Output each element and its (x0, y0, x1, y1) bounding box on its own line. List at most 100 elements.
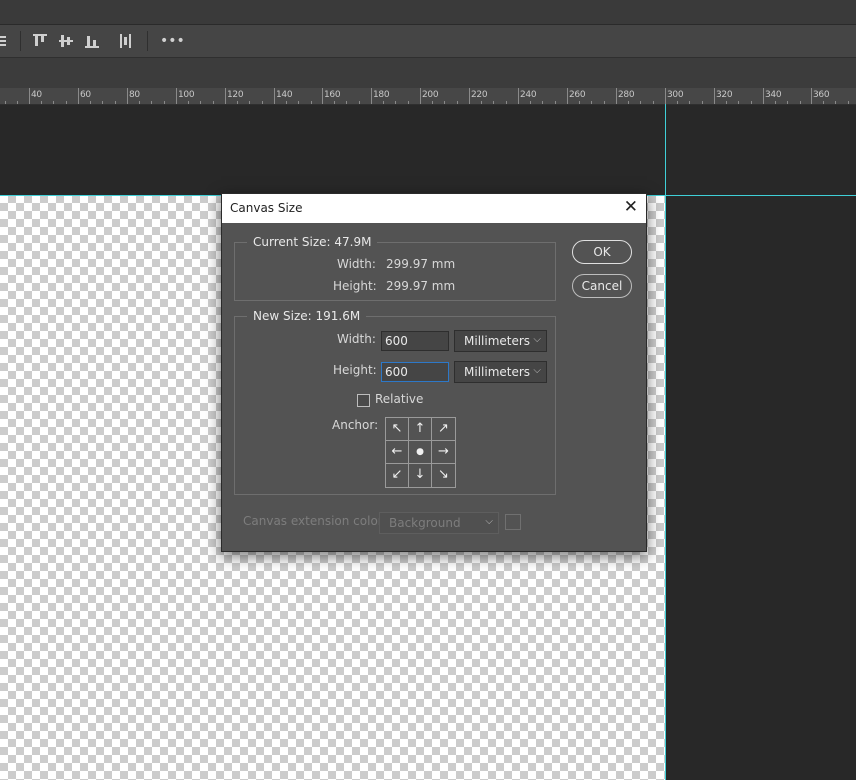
anchor-top[interactable]: ↑ (409, 418, 432, 441)
extension-color-swatch[interactable] (505, 514, 521, 530)
ruler-minor-tick (800, 101, 801, 104)
close-icon[interactable]: ✕ (624, 197, 638, 217)
align-bottom-edges-icon[interactable] (85, 34, 99, 51)
ruler-minor-tick (628, 101, 629, 104)
align-bottom-icon[interactable] (0, 34, 8, 51)
extension-color-label: Canvas extension color: (243, 514, 387, 528)
anchor-right[interactable]: → (432, 441, 455, 464)
width-input[interactable] (381, 331, 449, 351)
ruler-major-tick (811, 88, 812, 104)
align-top-edges-icon[interactable] (33, 34, 47, 51)
relative-checkbox[interactable] (357, 394, 370, 407)
canvas-size-dialog: Canvas Size ✕ Current Size: 47.9M Width:… (221, 193, 647, 552)
ruler-minor-tick (835, 101, 836, 104)
anchor-bottom[interactable]: ↓ (409, 464, 432, 487)
ruler-minor-tick (151, 101, 152, 104)
ruler-minor-tick (262, 101, 263, 104)
ruler-minor-tick (5, 101, 6, 104)
anchor-label: Anchor: (332, 418, 379, 432)
ruler-minor-tick (298, 101, 299, 104)
ruler-minor-tick (579, 101, 580, 104)
ruler-major-tick (371, 88, 372, 104)
ruler-minor-tick (334, 101, 335, 104)
ruler-major-tick (616, 88, 617, 104)
ruler-minor-tick (383, 101, 384, 104)
ruler-minor-tick (53, 101, 54, 104)
anchor-grid: ↖ ↑ ↗ ← ● → ↙ ↓ ↘ (385, 417, 456, 488)
ruler-minor-tick (102, 101, 103, 104)
ruler-minor-tick (653, 101, 654, 104)
ruler-major-tick (567, 88, 568, 104)
ruler-label: 140 (276, 90, 293, 100)
ruler-minor-tick (604, 101, 605, 104)
more-options-icon[interactable]: ••• (160, 33, 185, 49)
height-input[interactable] (381, 362, 449, 382)
ruler-label: 240 (520, 90, 537, 100)
distribute-horizontal-icon[interactable] (120, 34, 132, 51)
ruler-major-tick (176, 88, 177, 104)
ruler-major-tick (274, 88, 275, 104)
ruler-label: 360 (813, 90, 830, 100)
current-height-value: 299.97 mm (386, 279, 456, 293)
horizontal-ruler: 40 60 80 100 120 140 160 180 200 220 240 260 280 300 3… (0, 88, 856, 105)
ruler-label: 160 (324, 90, 341, 100)
ok-button[interactable]: OK (572, 240, 632, 264)
ruler-label: 120 (227, 90, 244, 100)
ruler-minor-tick (115, 101, 116, 104)
ruler-minor-tick (787, 101, 788, 104)
ruler-label: 80 (129, 90, 140, 100)
ruler-minor-tick (41, 101, 42, 104)
ruler-minor-tick (640, 101, 641, 104)
chevron-down-icon: ⌵ (533, 365, 541, 376)
ruler-minor-tick (481, 101, 482, 104)
width-unit-select[interactable]: Millimeters ⌵ (454, 330, 547, 352)
align-vertical-centers-icon[interactable] (59, 34, 73, 51)
anchor-center[interactable]: ● (409, 441, 432, 464)
cancel-button[interactable]: Cancel (572, 274, 632, 298)
ruler-minor-tick (444, 101, 445, 104)
ruler-minor-tick (200, 101, 201, 104)
relative-label[interactable]: Relative (375, 392, 423, 406)
ruler-minor-tick (493, 101, 494, 104)
toolbar-separator (147, 31, 148, 51)
menu-bar (0, 0, 856, 25)
ruler-major-tick (665, 88, 666, 104)
ruler-minor-tick (555, 101, 556, 104)
ruler-minor-tick (395, 101, 396, 104)
ruler-minor-tick (408, 101, 409, 104)
ruler-minor-tick (702, 101, 703, 104)
ruler-label: 320 (716, 90, 733, 100)
chevron-down-icon: ⌵ (485, 516, 493, 527)
ruler-minor-tick (66, 101, 67, 104)
ruler-label: 200 (422, 90, 439, 100)
ruler-minor-tick (90, 101, 91, 104)
ruler-label: 60 (80, 90, 91, 100)
ruler-label: 100 (178, 90, 195, 100)
width-unit-value: Millimeters (464, 334, 531, 348)
ruler-label: 300 (667, 90, 684, 100)
ruler-minor-tick (139, 101, 140, 104)
anchor-left[interactable]: ← (386, 441, 409, 464)
extension-color-value: Background (389, 516, 461, 530)
ruler-label: 280 (618, 90, 635, 100)
ruler-label: 40 (31, 90, 42, 100)
anchor-bottom-left[interactable]: ↙ (386, 464, 409, 487)
dialog-title: Canvas Size (230, 201, 303, 215)
extension-color-select[interactable]: Background ⌵ (379, 512, 499, 534)
anchor-bottom-right[interactable]: ↘ (432, 464, 455, 487)
ruler-minor-tick (848, 101, 849, 104)
ruler-label: 180 (373, 90, 390, 100)
ruler-minor-tick (775, 101, 776, 104)
height-unit-select[interactable]: Millimeters ⌵ (454, 361, 547, 383)
ruler-major-tick (763, 88, 764, 104)
ruler-minor-tick (346, 101, 347, 104)
current-width-label: Width: (337, 257, 376, 271)
anchor-top-left[interactable]: ↖ (386, 418, 409, 441)
ruler-minor-tick (689, 101, 690, 104)
ruler-minor-tick (17, 101, 18, 104)
anchor-top-right[interactable]: ↗ (432, 418, 455, 441)
current-height-label: Height: (333, 279, 377, 293)
ruler-minor-tick (311, 101, 312, 104)
toolbar-separator (20, 31, 21, 51)
height-unit-value: Millimeters (464, 365, 531, 379)
